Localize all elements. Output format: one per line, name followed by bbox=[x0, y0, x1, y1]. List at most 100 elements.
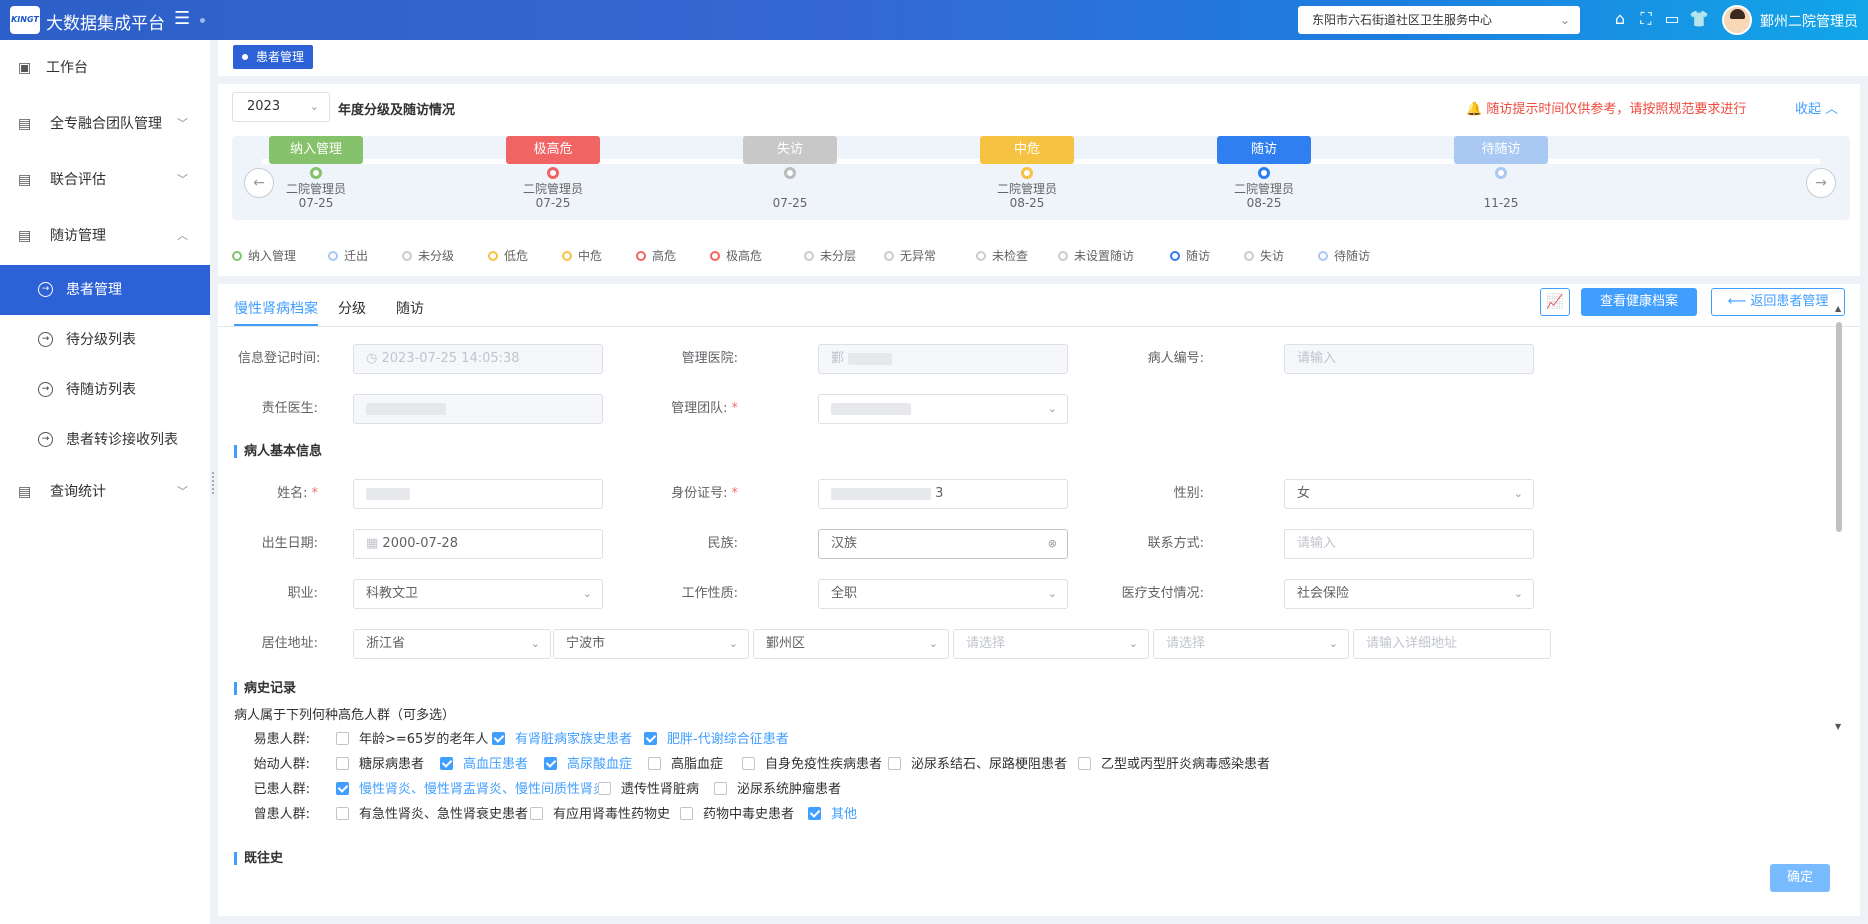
community-select[interactable]: 请选择 ⌄ bbox=[1153, 629, 1349, 659]
risk-checkbox[interactable]: 遗传性肾脏病 bbox=[598, 778, 699, 797]
pay-select[interactable]: 社会保险 ⌄ bbox=[1284, 579, 1534, 609]
risk-checkbox[interactable]: 泌尿系统肿瘤患者 bbox=[714, 778, 841, 797]
menu-toggle-icon[interactable]: ☰ bbox=[174, 9, 194, 29]
checkbox-icon bbox=[598, 782, 611, 795]
risk-checkbox[interactable]: 自身免疫性疾病患者 bbox=[742, 753, 882, 772]
legend-label: 随访 bbox=[1186, 249, 1211, 263]
id-input[interactable]: 3 bbox=[818, 479, 1068, 509]
confirm-button[interactable]: 确定 bbox=[1770, 864, 1830, 892]
timeline-node[interactable]: 随访 二院管理员 08-25 bbox=[1209, 136, 1319, 210]
checkbox-checked-icon bbox=[440, 757, 453, 770]
chart-icon[interactable]: ▭ bbox=[1662, 9, 1682, 29]
doc-icon: ▤ bbox=[18, 172, 32, 188]
risk-checkbox[interactable]: 有急性肾炎、急性肾衰史患者 bbox=[336, 803, 528, 822]
checkbox-label: 乙型或丙型肝炎病毒感染患者 bbox=[1101, 757, 1271, 772]
home-icon[interactable]: ⌂ bbox=[1610, 9, 1630, 29]
timeline-node[interactable]: 待随访 11-25 bbox=[1446, 136, 1556, 210]
reg-time-field: ◷ 2023-07-25 14:05:38 bbox=[353, 344, 603, 374]
username[interactable]: 鄞州二院管理员 bbox=[1760, 11, 1858, 31]
trend-chart-button[interactable]: 📈 bbox=[1540, 288, 1570, 316]
ethnic-select[interactable]: 汉族 ⊗ bbox=[818, 529, 1068, 559]
org-select[interactable]: 东阳市六石街道社区卫生服务中心 ⌄ bbox=[1298, 6, 1580, 34]
tab-followup[interactable]: 随访 bbox=[396, 294, 424, 326]
risk-checkbox[interactable]: 高尿酸血症 bbox=[544, 753, 632, 772]
risk-checkbox[interactable]: 年龄>=65岁的老年人 bbox=[336, 728, 488, 747]
tab-ckd-archive[interactable]: 慢性肾病档案 bbox=[234, 294, 318, 326]
overview-title: 年度分级及随访情况 bbox=[338, 103, 456, 118]
tab-grading[interactable]: 分级 bbox=[338, 294, 366, 326]
address-detail-input[interactable]: 请输入详细地址 bbox=[1353, 629, 1551, 659]
sidebar-sub-pending-grade[interactable]: → 待分级列表 bbox=[0, 315, 210, 365]
birth-date-picker[interactable]: ▦ 2000-07-28 bbox=[353, 529, 603, 559]
sidebar-item-stats[interactable]: ▤ 查询统计 ﹀ bbox=[0, 468, 210, 516]
city-select[interactable]: 宁波市 ⌄ bbox=[553, 629, 749, 659]
name-label: 姓名: * bbox=[238, 479, 318, 509]
timeline-date: 07-25 bbox=[772, 196, 808, 210]
risk-checkbox[interactable]: 有应用肾毒性药物史 bbox=[530, 803, 670, 822]
contact-input[interactable]: 请输入 bbox=[1284, 529, 1534, 559]
required-mark: * bbox=[731, 486, 739, 501]
job-select[interactable]: 科教文卫 ⌄ bbox=[353, 579, 603, 609]
tags-bar: 患者管理 bbox=[218, 40, 1868, 76]
reg-time-label: 信息登记时间: bbox=[238, 351, 321, 366]
sidebar-item-assessment[interactable]: ▤ 联合评估 ﹀ bbox=[0, 156, 210, 204]
sidebar-sub-pending-followup[interactable]: → 待随访列表 bbox=[0, 365, 210, 415]
hospital-field: 鄞 bbox=[818, 344, 1068, 374]
redacted-text bbox=[366, 402, 446, 415]
patient-no-input[interactable]: 请输入 bbox=[1284, 344, 1534, 374]
legend-ring-icon bbox=[804, 251, 814, 261]
name-label-text: 姓名: bbox=[277, 486, 308, 501]
risk-checkbox[interactable]: 乙型或丙型肝炎病毒感染患者 bbox=[1078, 753, 1270, 772]
sidebar-sub-patients[interactable]: → 患者管理 bbox=[0, 265, 210, 315]
legend-item: 随访 bbox=[1170, 247, 1210, 264]
scroll-up-icon[interactable]: ▲ bbox=[1835, 304, 1841, 313]
street-select[interactable]: 请选择 ⌄ bbox=[953, 629, 1149, 659]
sidebar-sub-referral[interactable]: → 患者转诊接收列表 bbox=[0, 415, 210, 465]
risk-checkbox[interactable]: 药物中毒史患者 bbox=[680, 803, 794, 822]
province-select[interactable]: 浙江省 ⌄ bbox=[353, 629, 551, 659]
sidebar-item-followup[interactable]: ▤ 随访管理 ︿ bbox=[0, 212, 210, 260]
risk-checkbox[interactable]: 高血压患者 bbox=[440, 753, 528, 772]
arrow-circle-icon: → bbox=[38, 282, 53, 297]
checkbox-icon bbox=[336, 757, 349, 770]
risk-checkbox[interactable]: 有肾脏病家族史患者 bbox=[492, 728, 632, 747]
back-to-patients-button[interactable]: ⟵ 返回患者管理 bbox=[1711, 288, 1845, 316]
arrow-right-icon[interactable]: → bbox=[1806, 168, 1836, 198]
shirt-icon[interactable]: 👕 bbox=[1689, 9, 1709, 29]
name-input[interactable] bbox=[353, 479, 603, 509]
gender-select[interactable]: 女 ⌄ bbox=[1284, 479, 1534, 509]
timeline-node[interactable]: 失访 07-25 bbox=[735, 136, 845, 210]
collapse-link[interactable]: 收起 ︿ bbox=[1795, 98, 1838, 117]
district-select[interactable]: 鄞州区 ⌄ bbox=[753, 629, 949, 659]
tab-tag-patients[interactable]: 患者管理 bbox=[233, 45, 314, 69]
sidebar-item-team[interactable]: ▤ 全专融合团队管理 ﹀ bbox=[0, 100, 210, 148]
resize-handle[interactable] bbox=[212, 472, 216, 494]
legend-label: 无异常 bbox=[900, 249, 937, 263]
scroll-thumb[interactable] bbox=[1836, 322, 1842, 532]
chevron-down-icon: ⌄ bbox=[530, 637, 540, 650]
team-select[interactable]: ⌄ bbox=[818, 394, 1068, 424]
risk-checkbox[interactable]: 高脂血症 bbox=[648, 753, 723, 772]
sidebar-item-workbench[interactable]: ▣ 工作台 bbox=[0, 44, 210, 92]
legend-label: 中危 bbox=[578, 249, 603, 263]
redacted-text bbox=[366, 487, 410, 500]
gender-value: 女 bbox=[1297, 486, 1311, 501]
risk-checkbox[interactable]: 糖尿病患者 bbox=[336, 753, 424, 772]
avatar[interactable] bbox=[1722, 5, 1752, 35]
work-select[interactable]: 全职 ⌄ bbox=[818, 579, 1068, 609]
job-label: 职业: bbox=[287, 586, 318, 601]
risk-checkbox[interactable]: 慢性肾炎、慢性肾盂肾炎、慢性间质性肾炎 bbox=[336, 778, 606, 797]
timeline-node[interactable]: 极高危 二院管理员 07-25 bbox=[498, 136, 608, 210]
timeline-node[interactable]: 纳入管理 二院管理员 07-25 bbox=[261, 136, 371, 210]
clear-icon[interactable]: ⊗ bbox=[1048, 530, 1057, 558]
form-scrollbar[interactable]: ▲ ▼ bbox=[1834, 304, 1844, 864]
year-select[interactable]: 2023 ⌄ bbox=[232, 92, 330, 122]
scroll-down-icon[interactable]: ▼ bbox=[1835, 722, 1841, 731]
risk-checkbox[interactable]: 泌尿系结石、尿路梗阻患者 bbox=[888, 753, 1067, 772]
risk-checkbox[interactable]: 其他 bbox=[808, 803, 857, 822]
timeline-node[interactable]: 中危 二院管理员 08-25 bbox=[972, 136, 1082, 210]
risk-checkbox[interactable]: 肥胖-代谢综合征患者 bbox=[644, 728, 789, 747]
fullscreen-icon[interactable]: ⛶ bbox=[1636, 9, 1656, 29]
checkbox-label: 年龄>=65岁的老年人 bbox=[359, 732, 489, 747]
view-health-record-button[interactable]: 查看健康档案 bbox=[1581, 288, 1697, 316]
